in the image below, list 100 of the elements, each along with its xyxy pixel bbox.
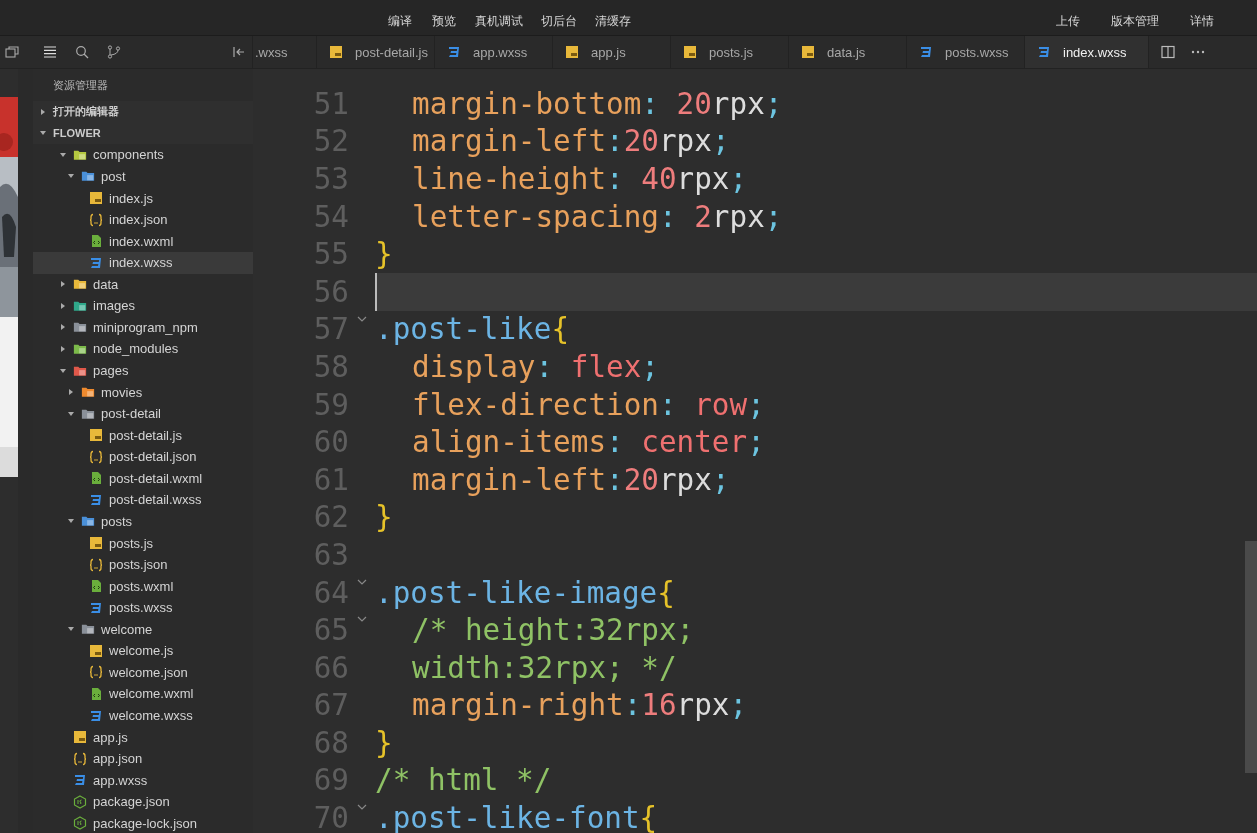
file-tree-item[interactable]: app.wxss [33,769,253,791]
section-header[interactable]: FLOWER [53,127,101,140]
collapsed-arrow-icon[interactable] [59,323,67,332]
search-icon[interactable] [75,45,89,59]
file-tree-item[interactable]: post-detail.wxss [33,489,253,511]
explorer-list-icon[interactable] [43,45,57,59]
toolbar-button[interactable]: 切后台 [539,13,579,30]
collapse-sidebar-icon[interactable] [232,45,246,59]
code-line: .post-like{ [375,312,570,347]
code-line: margin-bottom: 20 rpx; [412,86,783,121]
file-tree-item[interactable]: post [33,165,253,188]
package-icon [73,794,87,809]
code-line: flex-direction: row; [412,387,765,422]
file-tree-item[interactable]: post-detail.js [33,424,253,446]
toolbar-button[interactable]: 清缓存 [593,13,633,30]
collapsed-arrow-icon[interactable] [59,280,67,289]
js-file-icon [89,536,103,551]
stylesheet-icon [73,773,87,788]
file-tree-item[interactable]: post-detail.json [33,446,253,468]
branch-icon[interactable] [107,45,121,59]
stylesheet-icon [89,492,103,507]
toolbar-button[interactable]: 上传 [1053,13,1083,30]
js-file-icon [89,428,103,443]
file-tree-item[interactable]: index.js [33,187,253,209]
file-tree-item[interactable]: miniprogram_npm [33,316,253,339]
code-file-icon [89,234,103,249]
toolbar-button[interactable]: 详情 [1187,13,1217,30]
file-tree-item[interactable]: posts [33,510,253,533]
code-line: align-items: center; [412,425,765,460]
fold-chevron-icon[interactable] [357,314,367,323]
windows-icon[interactable] [5,45,19,59]
file-tree-item[interactable]: pages [33,359,253,382]
stylesheet-icon [1037,45,1051,59]
stylesheet-icon [89,600,103,615]
file-tree-item[interactable]: index.wxml [33,230,253,252]
code-line: line-height: 40 rpx; [412,162,748,196]
collapsed-arrow-icon[interactable] [59,301,67,310]
stylesheet-icon [447,45,461,59]
panel-title: 资源管理器 [52,78,109,93]
file-tree-item[interactable]: posts.json [33,553,253,576]
file-tree-item[interactable]: data [33,273,253,296]
js-file-icon [73,730,87,745]
toolbar-button[interactable]: 真机调试 [473,13,525,30]
file-tree-item[interactable]: posts.wxml [33,575,253,597]
file-tree-item[interactable]: post-detail.wxml [33,467,253,490]
expanded-arrow-icon[interactable] [59,366,67,375]
code-line: letter-spacing: 2 rpx; [412,199,783,234]
file-tree-item[interactable]: app.json [33,747,253,770]
js-file-icon [801,45,815,59]
code-file-icon [89,686,103,701]
stylesheet-icon [89,708,103,723]
code-line: } [375,500,393,535]
braces-icon [89,449,103,464]
file-tree-item[interactable]: images [33,295,253,317]
file-tree-item[interactable]: welcome.js [33,640,253,662]
file-tree-item[interactable]: package-lock.json [33,812,253,833]
fold-chevron-icon[interactable] [357,803,367,812]
js-file-icon [89,643,103,658]
file-tree-item[interactable]: app.js [33,726,253,748]
file-tree-item[interactable]: node_modules [33,338,253,360]
file-tree-item[interactable]: index.wxss [33,251,253,274]
braces-icon [73,751,87,766]
js-file-icon [565,45,579,59]
toolbar-button[interactable]: 编译 [385,13,415,30]
expanded-arrow-icon[interactable] [67,409,75,418]
fold-chevron-icon[interactable] [357,615,367,624]
code-line: /* html */ [375,763,552,798]
stylesheet-icon [89,255,103,270]
code-file-icon [89,471,103,486]
editor-tab[interactable]: index.wxss [1025,36,1149,68]
collapsed-arrow-icon[interactable] [67,388,75,397]
scrollbar[interactable] [1245,541,1257,773]
js-file-icon [89,191,103,206]
collapsed-arrow-icon[interactable] [39,107,47,116]
file-tree-item[interactable]: posts.js [33,532,253,554]
split-editor-icon[interactable] [1161,45,1175,59]
file-tree-item[interactable]: welcome.wxml [33,683,253,705]
fold-chevron-icon[interactable] [357,577,367,586]
code-line: /* height:32rpx; [412,613,695,648]
toolbar-button[interactable]: 版本管理 [1109,13,1161,30]
code-line: margin-right:16 rpx; [412,688,748,723]
file-tree-item[interactable]: movies [33,381,253,403]
file-tree-item[interactable]: welcome.json [33,661,253,684]
file-tree-item[interactable]: posts.wxss [33,596,253,619]
code-line: width:32rpx; */ [412,650,677,685]
stylesheet-icon [919,45,933,59]
file-tree-item[interactable]: package.json [33,791,253,813]
file-tree-item[interactable]: post-detail [33,402,253,425]
braces-icon [89,557,103,572]
braces-icon [89,212,103,227]
code-line: display: flex; [412,349,659,384]
code-line: } [375,237,393,272]
collapsed-arrow-icon[interactable] [59,344,67,353]
expanded-arrow-icon[interactable] [59,150,67,159]
file-tree-item[interactable]: welcome [33,618,253,641]
toolbar-button[interactable]: 预览 [429,13,459,30]
editor-tab[interactable]: .wxss [253,36,317,68]
file-tree-item[interactable]: welcome.wxss [33,704,253,727]
file-tree-item[interactable]: components [33,144,253,166]
file-tree-item[interactable]: index.json [33,208,253,231]
